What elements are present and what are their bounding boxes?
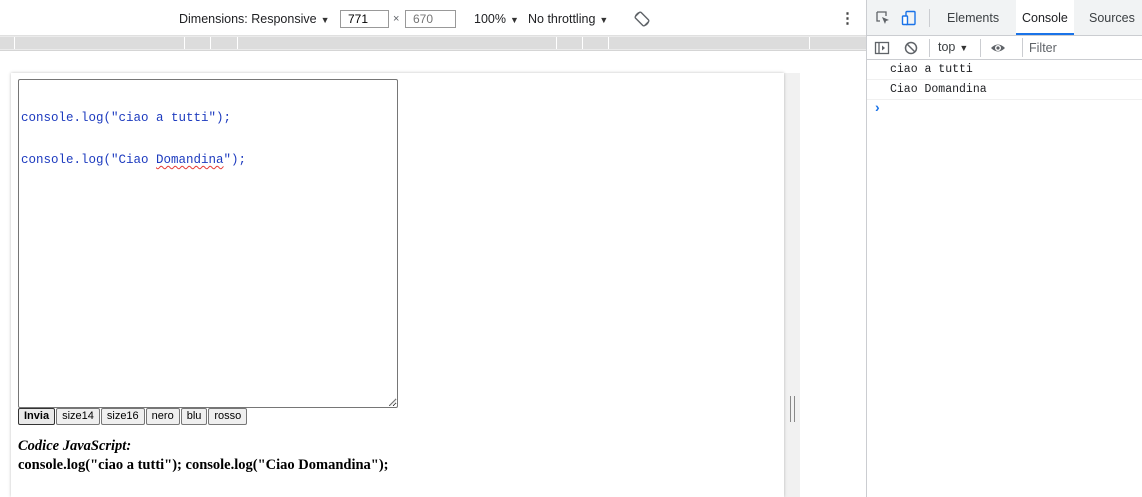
devtools-tabbar: Elements Console Sources: [867, 0, 1142, 36]
zoom-dropdown[interactable]: 100% ▼: [474, 0, 519, 36]
resize-handle[interactable]: [790, 396, 796, 422]
chevron-down-icon: ▼: [509, 15, 519, 25]
context-selector[interactable]: top ▼: [938, 36, 968, 60]
chevron-down-icon: ▼: [320, 15, 330, 25]
code-line-1: console.log("ciao a tutti");: [21, 111, 232, 125]
eye-icon[interactable]: [990, 40, 1006, 56]
console-messages: ciao a tutti Ciao Domandina: [867, 60, 1142, 100]
toolbar-divider: [929, 39, 930, 57]
code-textarea[interactable]: console.log("ciao a tutti"); console.log…: [18, 79, 398, 408]
code-line-2-start: console.log("Ciao: [21, 153, 157, 167]
format-button-row: Invia size14 size16 nero blu rosso: [18, 408, 248, 425]
dimensions-label: Dimensions: Responsive: [179, 12, 317, 26]
height-input[interactable]: [405, 10, 456, 28]
size16-button[interactable]: size16: [100, 408, 145, 425]
devtools-panel: Elements Console Sources top▼ ciao a tut…: [866, 0, 1142, 497]
viewport-resize-strip[interactable]: [784, 73, 800, 497]
console-prompt-icon[interactable]: ›: [875, 99, 880, 115]
toolbar-divider: [929, 9, 930, 27]
console-message: Ciao Domandina: [867, 80, 1142, 100]
console-message: ciao a tutti: [867, 60, 1142, 80]
tab-sources[interactable]: Sources: [1083, 0, 1141, 35]
tab-console[interactable]: Console: [1016, 0, 1074, 35]
throttling-label: No throttling: [528, 12, 596, 26]
context-label: top: [938, 40, 956, 54]
code-output: console.log("ciao a tutti"); console.log…: [18, 457, 389, 473]
console-toolbar: top ▼: [867, 36, 1142, 60]
invia-button[interactable]: Invia: [18, 408, 56, 425]
rosso-button[interactable]: rosso: [208, 408, 248, 425]
sidebar-toggle-icon[interactable]: [874, 40, 890, 56]
throttling-dropdown[interactable]: No throttling ▼: [528, 0, 608, 36]
misspelled-word: Domandina: [156, 153, 224, 167]
rotate-icon[interactable]: [634, 11, 650, 27]
dimensions-dropdown[interactable]: Dimensions: Responsive ▼: [179, 0, 329, 36]
nero-button[interactable]: nero: [145, 408, 180, 425]
zoom-label: 100%: [474, 12, 506, 26]
chevron-down-icon: ▼: [959, 43, 969, 53]
filter-input[interactable]: [1022, 38, 1142, 57]
more-options-icon[interactable]: ⋮: [840, 10, 855, 28]
code-line-2: console.log("Ciao Domandina");: [21, 153, 395, 167]
chevron-down-icon: ▼: [599, 15, 609, 25]
times-symbol: ×: [393, 13, 400, 25]
device-toggle-icon[interactable]: [901, 10, 917, 26]
size14-button[interactable]: size14: [56, 408, 100, 425]
toolbar-divider: [980, 39, 981, 57]
tab-elements[interactable]: Elements: [941, 0, 1005, 35]
code-label: Codice JavaScript:: [18, 438, 132, 454]
media-query-ruler: [0, 36, 867, 51]
inspect-element-icon[interactable]: [875, 10, 891, 26]
blu-button[interactable]: blu: [180, 408, 208, 425]
width-input[interactable]: [340, 10, 389, 28]
code-line-2-end: ");: [223, 153, 247, 167]
resize-grip-icon[interactable]: [390, 400, 396, 406]
device-toolbar: Dimensions: Responsive▼ × 100%▼ No throt…: [0, 0, 866, 36]
clear-console-icon[interactable]: [903, 40, 919, 56]
page-viewport: console.log("ciao a tutti"); console.log…: [11, 73, 784, 497]
